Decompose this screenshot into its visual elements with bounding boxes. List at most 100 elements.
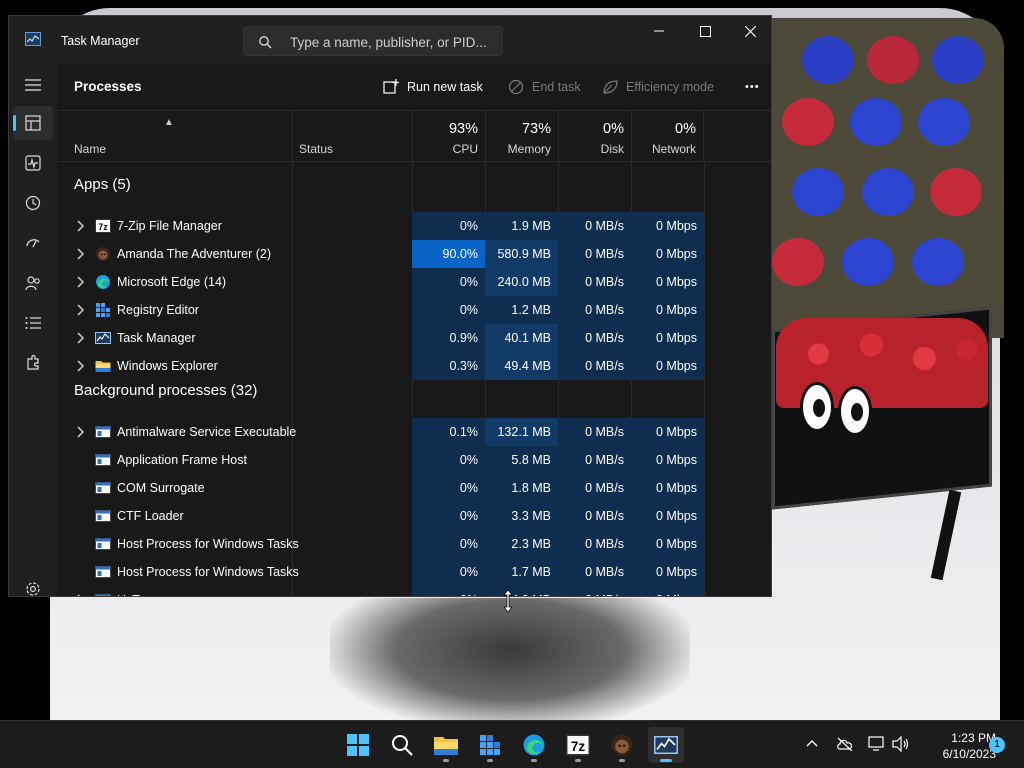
task-manager-window: Task Manager Type a name, publisher, or … — [8, 15, 772, 597]
nav-settings[interactable] — [13, 572, 53, 596]
search-icon — [259, 36, 272, 49]
clock[interactable]: 1:23 PM 6/10/2023 — [916, 730, 996, 762]
column-status[interactable]: Status — [292, 111, 412, 163]
taskbar-search-button[interactable] — [384, 727, 420, 763]
network-cell: 0 Mbps — [631, 558, 704, 586]
column-cpu[interactable]: 93% CPU — [412, 111, 485, 163]
group-apps[interactable]: Apps (5) — [74, 176, 131, 193]
notification-badge[interactable]: 1 — [989, 737, 1005, 753]
chevron-right-icon[interactable] — [75, 303, 85, 317]
process-row[interactable]: 7z 7-Zip File Manager 0% 1.9 MB 0 MB/s 0 Mbps — [57, 212, 771, 240]
nav-app-history[interactable] — [13, 186, 53, 220]
efficiency-mode-button[interactable]: Efficiency mode — [602, 75, 714, 99]
column-disk[interactable]: 0% Disk — [558, 111, 631, 163]
taskbar-registry-editor-button[interactable] — [472, 727, 508, 763]
network-cell: 0 Mbps — [631, 418, 704, 446]
nav-startup-apps[interactable] — [13, 226, 53, 260]
chevron-right-icon[interactable] — [75, 359, 85, 373]
more-options-button[interactable]: ••• — [745, 75, 760, 99]
run-new-task-button[interactable]: Run new task — [383, 75, 483, 99]
process-row[interactable]: Host Process for Windows Tasks 0% 2.3 MB 0 … — [57, 530, 771, 558]
process-row[interactable]: Registry Editor 0% 1.2 MB 0 MB/s 0 Mbps — [57, 296, 771, 324]
disk-cell: 0 MB/s — [558, 240, 631, 268]
process-row[interactable]: Amanda The Adventurer (2) 90.0% 580.9 MB 0 … — [57, 240, 771, 268]
app-history-icon — [25, 195, 41, 211]
chevron-right-icon[interactable] — [75, 275, 85, 289]
process-name: Windows Explorer — [117, 359, 218, 373]
process-icon — [95, 452, 111, 468]
process-row[interactable]: CTF Loader 0% 3.3 MB 0 MB/s 0 Mbps — [57, 502, 771, 530]
end-task-icon — [508, 79, 524, 95]
nav-services[interactable] — [13, 346, 53, 380]
column-status-label: Status — [299, 142, 334, 156]
chevron-right-icon[interactable] — [75, 219, 85, 233]
network-cell: 0 Mbps — [631, 586, 704, 596]
processes-page: Processes Run new task End task Efficien… — [57, 64, 771, 597]
processes-icon — [25, 115, 41, 131]
cpu-cell: 0.3% — [412, 352, 485, 380]
process-row[interactable]: Windows Explorer 0.3% 49.4 MB 0 MB/s 0 Mbps — [57, 352, 771, 380]
maximize-button[interactable] — [682, 16, 728, 46]
chevron-right-icon[interactable] — [75, 425, 85, 439]
search-box[interactable] — [243, 26, 503, 56]
clock-time: 1:23 PM — [951, 731, 996, 745]
network-cell: 0 Mbps — [631, 446, 704, 474]
process-name: Registry Editor — [117, 303, 199, 317]
memory-cell: 49.4 MB — [485, 352, 558, 380]
chevron-right-icon[interactable] — [75, 593, 85, 597]
volume-icon[interactable] — [892, 736, 910, 752]
process-row[interactable]: Microsoft Edge (14) 0% 240.0 MB 0 MB/s 0 Mbp… — [57, 268, 771, 296]
cpu-cell: 0.1% — [412, 418, 485, 446]
registry-editor-icon — [479, 734, 501, 756]
title-bar[interactable]: Task Manager — [9, 16, 771, 64]
taskbar-task-manager-button[interactable] — [648, 727, 684, 763]
end-task-button[interactable]: End task — [508, 75, 581, 99]
process-row[interactable]: COM Surrogate 0% 1.8 MB 0 MB/s 0 Mbps — [57, 474, 771, 502]
process-name: Host Process for Windows Tasks — [117, 537, 299, 551]
column-name-label: Name — [74, 142, 107, 156]
taskbar-7zip-button[interactable]: 7z — [560, 727, 596, 763]
group-background-processes[interactable]: Background processes (32) — [74, 382, 257, 399]
task-manager-icon — [95, 330, 111, 346]
process-row[interactable]: Task Manager 0.9% 40.1 MB 0 MB/s 0 Mbps — [57, 324, 771, 352]
memory-cell: 132.1 MB — [485, 418, 558, 446]
minimize-button[interactable] — [636, 16, 682, 46]
hamburger-menu-button[interactable] — [13, 68, 53, 102]
nav-processes[interactable] — [13, 106, 53, 140]
taskbar-game-button[interactable] — [604, 727, 640, 763]
nav-details[interactable] — [13, 306, 53, 340]
column-memory-label: Memory — [507, 142, 551, 156]
column-header: ▲ Name Status 93% CPU 73% Memory 0% Disk… — [57, 110, 771, 163]
search-input[interactable] — [290, 33, 496, 51]
chevron-right-icon[interactable] — [75, 331, 85, 345]
process-row[interactable]: Application Frame Host 0% 5.8 MB 0 MB/s 0 Mb… — [57, 446, 771, 474]
network-icon[interactable] — [868, 736, 886, 752]
cpu-cell: 0% — [412, 558, 485, 586]
memory-cell: 1.8 MB — [485, 474, 558, 502]
taskbar-edge-button[interactable] — [516, 727, 552, 763]
taskbar-start-button[interactable] — [340, 727, 376, 763]
column-memory[interactable]: 73% Memory — [485, 111, 558, 163]
taskbar-file-explorer-button[interactable] — [428, 727, 464, 763]
nav-users[interactable] — [13, 266, 53, 300]
process-row[interactable]: Antimalware Service Executable 0.1% 132.1 … — [57, 418, 771, 446]
memory-cell: 3.3 MB — [485, 502, 558, 530]
minimize-icon — [654, 30, 664, 32]
close-button[interactable] — [727, 16, 771, 46]
nav-performance[interactable] — [13, 146, 53, 180]
column-name[interactable]: ▲ Name — [57, 111, 292, 163]
onedrive-offline-icon[interactable] — [836, 737, 854, 751]
process-row[interactable]: HxTsr 0%4.8 MB0 MB/s0 Mbps — [57, 586, 771, 597]
chevron-up-icon[interactable] — [806, 739, 818, 747]
performance-icon — [25, 155, 41, 171]
cpu-total: 93% — [448, 121, 478, 137]
process-name: Microsoft Edge (14) — [117, 275, 227, 289]
chevron-right-icon[interactable] — [75, 247, 85, 261]
details-icon — [25, 317, 41, 329]
cpu-cell: 0% — [412, 212, 485, 240]
process-row[interactable]: Host Process for Windows Tasks 0% 1.7 MB 0 … — [57, 558, 771, 586]
close-icon — [744, 25, 756, 37]
disk-cell: 0 MB/s — [558, 586, 631, 596]
process-name: Task Manager — [117, 331, 196, 345]
column-network[interactable]: 0% Network — [631, 111, 704, 163]
